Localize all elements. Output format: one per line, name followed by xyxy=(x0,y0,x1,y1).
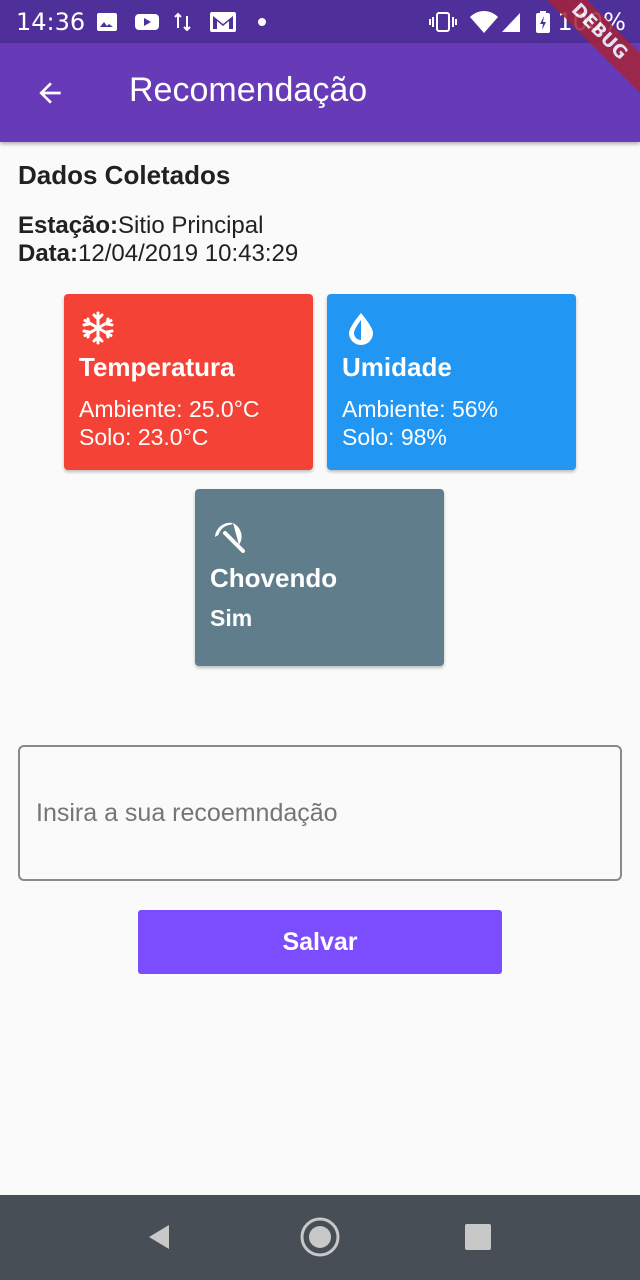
app-bar: Recomendação xyxy=(0,43,640,142)
battery-charging-icon xyxy=(536,11,550,33)
water-drop-icon xyxy=(349,313,373,345)
status-bar: 14:36 100% xyxy=(0,0,640,43)
dot-icon xyxy=(258,18,266,26)
vibrate-icon xyxy=(429,12,457,32)
save-button[interactable]: Salvar xyxy=(138,910,502,974)
back-button[interactable] xyxy=(20,71,80,115)
date-line: Data:12/04/2019 10:43:29 xyxy=(18,240,298,268)
gmail-icon xyxy=(210,12,236,32)
rain-card: Chovendo Sim xyxy=(195,489,444,666)
rain-title: Chovendo xyxy=(210,563,338,593)
temperature-title: Temperatura xyxy=(79,352,235,382)
navigation-bar xyxy=(0,1195,640,1280)
humidity-title: Umidade xyxy=(342,352,452,382)
section-title: Dados Coletados xyxy=(18,160,231,190)
wifi-icon xyxy=(470,11,498,33)
back-triangle-icon xyxy=(149,1225,169,1249)
page-title: Recomendação xyxy=(129,71,368,109)
station-line: Estação:Sitio Principal xyxy=(18,212,263,240)
date-label: Data: xyxy=(18,240,79,267)
image-icon xyxy=(97,13,117,31)
station-value: Sitio Principal xyxy=(118,212,264,239)
temperature-ambient: Ambiente: 25.0°C xyxy=(79,396,260,422)
umbrella-beach-icon xyxy=(215,522,245,553)
home-circle-icon xyxy=(300,1217,340,1257)
nav-home-button[interactable] xyxy=(296,1215,344,1259)
youtube-icon xyxy=(135,14,159,30)
arrow-back-icon xyxy=(39,82,61,104)
nav-recents-button[interactable] xyxy=(454,1215,502,1259)
humidity-card: Umidade Ambiente: 56% Solo: 98% xyxy=(327,294,576,470)
recents-square-icon xyxy=(465,1224,491,1250)
rain-value: Sim xyxy=(210,605,253,631)
temperature-soil: Solo: 23.0°C xyxy=(79,424,209,450)
station-label: Estação: xyxy=(18,212,119,239)
recommendation-input[interactable] xyxy=(18,745,622,881)
data-transfer-icon xyxy=(174,12,191,32)
signal-icon xyxy=(502,13,520,32)
snowflake-icon xyxy=(82,311,114,345)
nav-back-button[interactable] xyxy=(136,1215,184,1259)
humidity-soil: Solo: 98% xyxy=(342,424,447,450)
humidity-ambient: Ambiente: 56% xyxy=(342,396,498,422)
status-time: 14:36 xyxy=(16,8,86,36)
temperature-card: Temperatura Ambiente: 25.0°C Solo: 23.0°… xyxy=(64,294,313,470)
date-value: 12/04/2019 10:43:29 xyxy=(78,240,299,267)
